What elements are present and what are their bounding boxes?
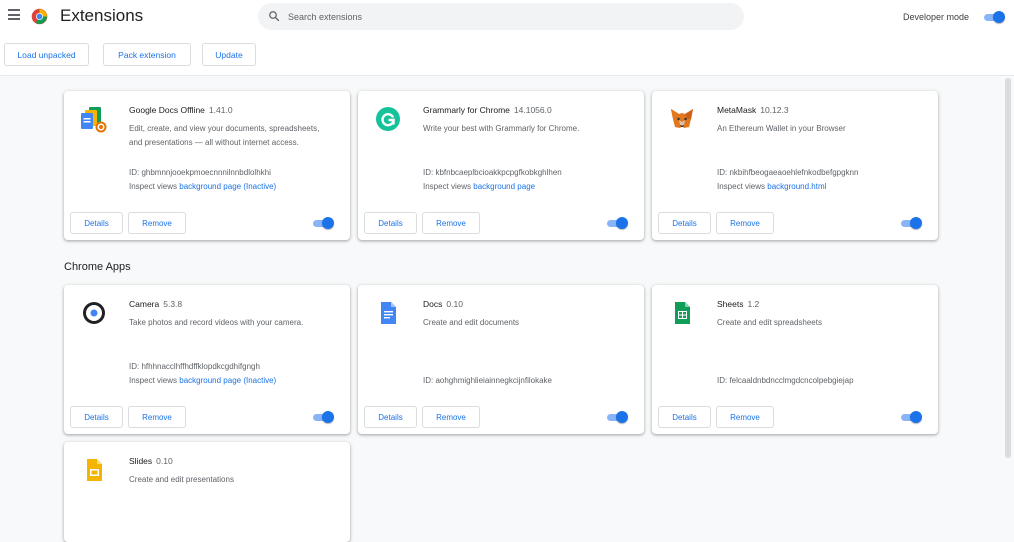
page-title: Extensions — [60, 6, 144, 25]
app-id: ID: felcaaldnbdncclmgdcncolpebgiejap — [717, 376, 854, 385]
extension-id: ID: ghbmnnjooekpmoecnnnilnnbdlolhkhi — [129, 168, 271, 177]
extension-description: Edit, create, and view your documents, s… — [129, 124, 320, 147]
update-button[interactable]: Update — [202, 43, 256, 66]
extension-description: An Ethereum Wallet in your Browser — [717, 124, 846, 133]
app-card-slides: Slides 0.10 Create and edit presentations — [64, 442, 350, 542]
extension-name: Google Docs Offline 1.41.0 — [129, 105, 233, 115]
extension-enable-toggle[interactable] — [900, 217, 922, 229]
app-description: Create and edit spreadsheets — [717, 318, 822, 327]
sheets-icon — [675, 302, 690, 324]
details-button[interactable]: Details — [364, 212, 417, 234]
inspect-views-link[interactable]: background page (Inactive) — [179, 182, 276, 191]
search-input[interactable] — [288, 9, 728, 24]
app-id: ID: hfhhnacclhffhdffklopdkcgdhifgngh — [129, 362, 260, 371]
load-unpacked-button[interactable]: Load unpacked — [4, 43, 89, 66]
slides-icon — [87, 459, 102, 481]
remove-button[interactable]: Remove — [422, 212, 480, 234]
developer-toolbar: Load unpacked Pack extension Update — [0, 36, 1014, 76]
inspect-views: Inspect views background page (Inactive) — [129, 376, 277, 385]
app-description: Take photos and record videos with your … — [129, 318, 304, 327]
metamask-fox-icon — [671, 109, 693, 128]
extension-card-grammarly: Grammarly for Chrome 14.1056.0 Write your… — [358, 91, 644, 240]
details-button[interactable]: Details — [70, 406, 123, 428]
extension-id: ID: kbfnbcaeplbcioakkpcpgfkobkghlhen — [423, 168, 562, 177]
inspect-views: Inspect views background page (Inactive) — [129, 182, 277, 191]
docs-icon — [381, 302, 396, 324]
chrome-apps-heading: Chrome Apps — [64, 261, 131, 273]
inspect-views: Inspect views background page — [423, 182, 536, 191]
app-card-sheets: Sheets 1.2 Create and edit spreadsheets I… — [652, 285, 938, 434]
app-name: Sheets 1.2 — [717, 299, 760, 309]
chrome-logo-icon — [31, 8, 48, 25]
search-box[interactable] — [258, 3, 744, 30]
extension-enable-toggle[interactable] — [312, 217, 334, 229]
app-enable-toggle[interactable] — [900, 411, 922, 423]
app-name: Camera 5.3.8 — [129, 299, 183, 309]
app-description: Create and edit presentations — [129, 475, 234, 484]
app-card-camera: Camera 5.3.8 Take photos and record video… — [64, 285, 350, 434]
app-enable-toggle[interactable] — [312, 411, 334, 423]
developer-mode-toggle[interactable] — [983, 11, 1005, 23]
remove-button[interactable]: Remove — [128, 212, 186, 234]
page-scrollbar[interactable] — [1004, 76, 1012, 534]
google-docs-offline-icon — [81, 107, 107, 133]
details-button[interactable]: Details — [70, 212, 123, 234]
extension-id: ID: nkbihfbeogaeaoehlefnkodbefgpgknn — [717, 168, 859, 177]
remove-button[interactable]: Remove — [716, 406, 774, 428]
app-id: ID: aohghmighlieiainnegkcijnfilokake — [423, 376, 552, 385]
remove-button[interactable]: Remove — [128, 406, 186, 428]
inspect-views-link[interactable]: background page — [473, 182, 535, 191]
extension-card-google-docs-offline: Google Docs Offline 1.41.0 Edit, create, … — [64, 91, 350, 240]
inspect-views-link[interactable]: background page (Inactive) — [179, 376, 276, 385]
scrollbar-thumb[interactable] — [1005, 78, 1011, 458]
app-enable-toggle[interactable] — [606, 411, 628, 423]
remove-button[interactable]: Remove — [716, 212, 774, 234]
developer-mode-label: Developer mode — [903, 12, 970, 22]
camera-icon — [83, 302, 105, 324]
extension-name: MetaMask 10.12.3 — [717, 105, 789, 115]
extension-card-metamask: MetaMask 10.12.3 An Ethereum Wallet in yo… — [652, 91, 938, 240]
app-card-docs: Docs 0.10 Create and edit documents ID: a… — [358, 285, 644, 434]
app-name: Slides 0.10 — [129, 456, 173, 466]
details-button[interactable]: Details — [364, 406, 417, 428]
search-icon — [269, 11, 280, 22]
grammarly-icon — [376, 107, 400, 131]
remove-button[interactable]: Remove — [422, 406, 480, 428]
extension-description: Write your best with Grammarly for Chrom… — [423, 124, 580, 133]
details-button[interactable]: Details — [658, 406, 711, 428]
app-description: Create and edit documents — [423, 318, 520, 327]
inspect-views: Inspect views background.html — [717, 182, 827, 191]
top-bar: Extensions Developer mode — [0, 0, 1014, 36]
app-name: Docs 0.10 — [423, 299, 463, 309]
inspect-views-link[interactable]: background.html — [767, 182, 826, 191]
details-button[interactable]: Details — [658, 212, 711, 234]
pack-extension-button[interactable]: Pack extension — [103, 43, 191, 66]
hamburger-menu-icon[interactable] — [8, 9, 20, 21]
extension-enable-toggle[interactable] — [606, 217, 628, 229]
extension-name: Grammarly for Chrome 14.1056.0 — [423, 105, 552, 115]
